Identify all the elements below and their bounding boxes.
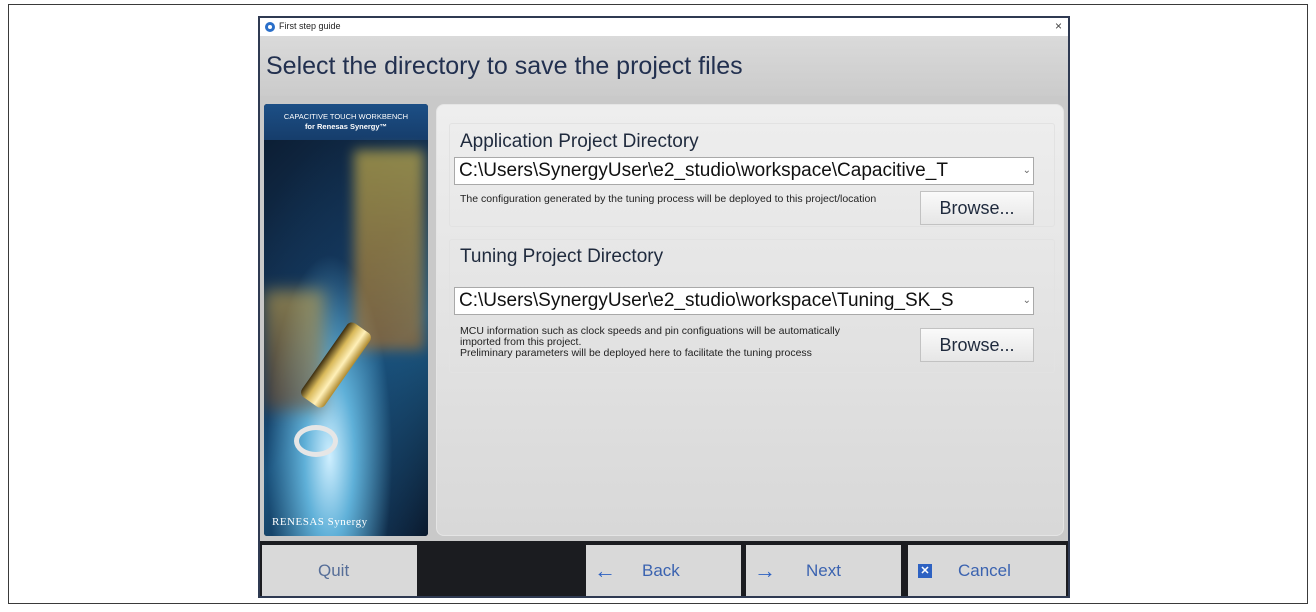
window-title: First step guide — [279, 21, 341, 31]
next-button[interactable]: → Next — [746, 545, 901, 596]
cancel-x-icon: ✕ — [918, 564, 932, 578]
product-sidebar: CAPACITIVE TOUCH WORKBENCH for Renesas S… — [264, 104, 428, 536]
back-button[interactable]: ← Back — [586, 545, 741, 596]
application-directory-combo[interactable]: C:\Users\SynergyUser\e2_studio\workspace… — [454, 157, 1034, 185]
tuning-description-line: MCU information such as clock speeds and… — [460, 325, 840, 348]
chevron-down-icon[interactable]: ⌄ — [1023, 288, 1031, 314]
application-directory-value: C:\Users\SynergyUser\e2_studio\workspace… — [459, 160, 948, 181]
quit-label: Quit — [318, 561, 350, 580]
chevron-down-icon[interactable]: ⌄ — [1023, 158, 1031, 184]
app-logo-icon — [265, 22, 275, 32]
banner-title: CAPACITIVE TOUCH WORKBENCH — [283, 112, 409, 121]
tuning-browse-button[interactable]: Browse... — [920, 328, 1034, 362]
application-browse-button[interactable]: Browse... — [920, 191, 1034, 225]
close-icon[interactable]: × — [1055, 19, 1062, 33]
title-bar: First step guide × — [260, 18, 1068, 37]
page-header: Select the directory to save the project… — [260, 36, 1068, 97]
banner-subtitle: for Renesas Synergy™ — [304, 122, 388, 131]
artwork-glow — [354, 150, 424, 350]
application-directory-description: The configuration generated by the tunin… — [460, 193, 877, 205]
navigation-bar: Quit ← Back → Next ✕ Cancel — [260, 541, 1068, 596]
tuning-description-line: Preliminary parameters will be deployed … — [460, 347, 812, 359]
content-area: CAPACITIVE TOUCH WORKBENCH for Renesas S… — [260, 96, 1068, 541]
page-title: Select the directory to save the project… — [266, 52, 743, 80]
application-directory-label: Application Project Directory — [460, 131, 699, 152]
tuning-directory-value: C:\Users\SynergyUser\e2_studio\workspace… — [459, 290, 954, 311]
arrow-left-icon: ← — [594, 558, 616, 583]
product-banner: CAPACITIVE TOUCH WORKBENCH for Renesas S… — [264, 104, 428, 140]
application-directory-section: Application Project Directory C:\Users\S… — [449, 123, 1055, 227]
settings-panel: Application Project Directory C:\Users\S… — [436, 104, 1064, 536]
tuning-directory-description: MCU information such as clock speeds and… — [460, 326, 860, 359]
renesas-synergy-logo: RENESAS Synergy — [272, 516, 368, 528]
arrow-right-icon: → — [754, 558, 776, 583]
back-label: Back — [642, 561, 680, 580]
product-artwork — [264, 140, 428, 536]
key-ring-graphic — [294, 425, 338, 457]
first-step-guide-dialog: First step guide × Select the directory … — [258, 16, 1070, 598]
next-label: Next — [806, 561, 841, 580]
tuning-directory-section: Tuning Project Directory C:\Users\Synerg… — [449, 239, 1055, 373]
tuning-directory-combo[interactable]: C:\Users\SynergyUser\e2_studio\workspace… — [454, 287, 1034, 315]
quit-button[interactable]: Quit — [262, 545, 417, 596]
cancel-button[interactable]: ✕ Cancel — [908, 545, 1066, 596]
tuning-directory-label: Tuning Project Directory — [460, 246, 664, 267]
cancel-label: Cancel — [958, 561, 1011, 580]
